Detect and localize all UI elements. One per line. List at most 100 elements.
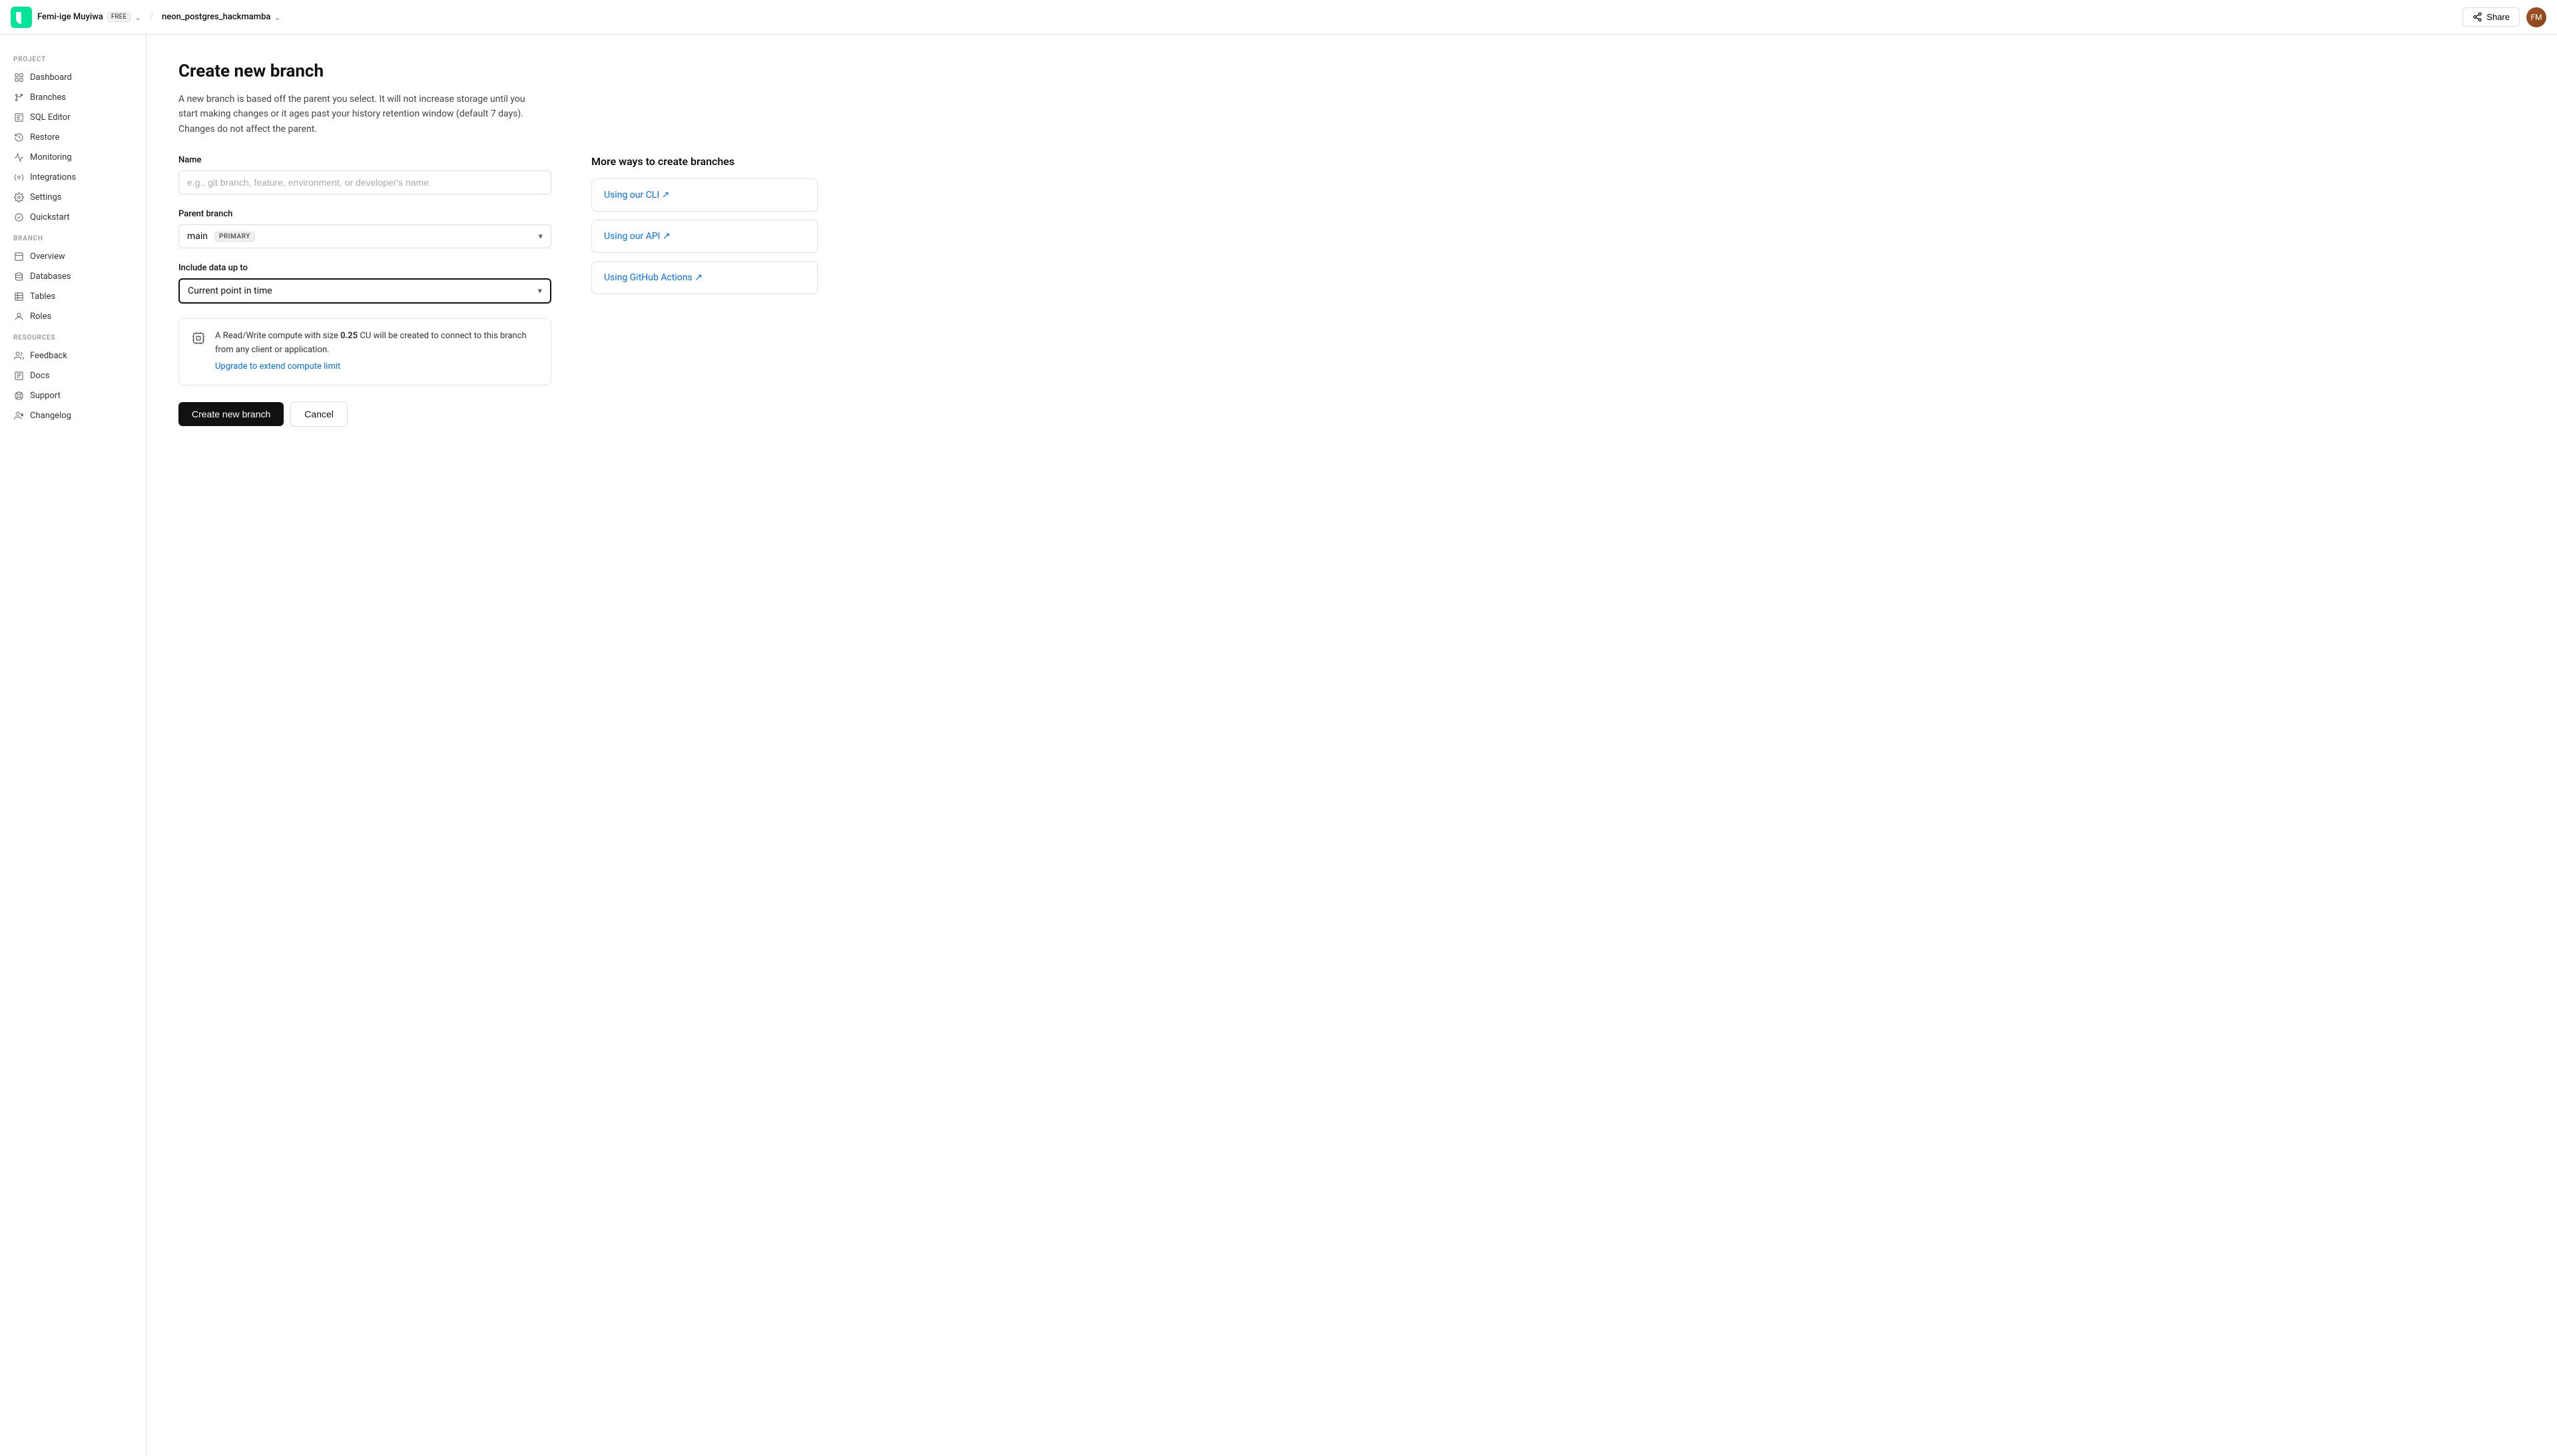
user-chevron-icon: ⌄	[135, 13, 141, 22]
restore-icon	[13, 132, 24, 142]
cancel-button[interactable]: Cancel	[290, 401, 348, 427]
button-row: Create new branch Cancel	[178, 401, 551, 427]
topnav-user[interactable]: Femi-ige Muyiwa FREE ⌄	[37, 12, 141, 22]
sidebar-label-restore: Restore	[30, 132, 59, 142]
sidebar-label-integrations: Integrations	[30, 172, 76, 182]
main-content: Create new branch A new branch is based …	[146, 35, 2557, 1456]
sidebar-label-monitoring: Monitoring	[30, 152, 72, 162]
parent-branch-select[interactable]: main PRIMARY ▾	[178, 224, 551, 248]
aside-card-github[interactable]: Using GitHub Actions ↗	[591, 261, 818, 294]
sidebar-label-quickstart: Quickstart	[30, 212, 70, 222]
sidebar-item-branches[interactable]: Branches	[0, 87, 146, 107]
sidebar-label-roles: Roles	[30, 312, 51, 322]
api-link[interactable]: Using our API ↗	[604, 231, 805, 242]
sql-editor-icon	[13, 112, 24, 122]
compute-icon	[191, 331, 206, 348]
name-input[interactable]	[178, 170, 551, 194]
include-data-group: Include data up to Current point in time…	[178, 263, 551, 304]
sidebar-item-integrations[interactable]: Integrations	[0, 167, 146, 187]
include-data-value: Current point in time	[188, 286, 272, 296]
databases-icon	[13, 271, 24, 282]
settings-icon	[13, 192, 24, 202]
sidebar-label-databases: Databases	[30, 272, 71, 282]
share-button[interactable]: Share	[2462, 7, 2520, 27]
avatar[interactable]: FM	[2526, 7, 2546, 27]
name-label: Name	[178, 155, 551, 165]
compute-info-box: A Read/Write compute with size 0.25 CU w…	[178, 318, 551, 385]
sidebar-label-tables: Tables	[30, 292, 55, 302]
changelog-icon	[13, 410, 24, 421]
info-text-size: 0.25	[340, 331, 358, 341]
sidebar-item-tables[interactable]: Tables	[0, 286, 146, 306]
monitoring-icon	[13, 152, 24, 162]
sidebar-label-overview: Overview	[30, 252, 65, 262]
sidebar-item-monitoring[interactable]: Monitoring	[0, 147, 146, 167]
sidebar-item-restore[interactable]: Restore	[0, 127, 146, 147]
branches-icon	[13, 92, 24, 103]
aside-title: More ways to create branches	[591, 155, 818, 168]
topnav-separator: /	[149, 10, 154, 24]
resources-section-label: RESOURCES	[0, 326, 146, 346]
topnav-project[interactable]: neon_postgres_hackmamba ⌄	[162, 12, 280, 22]
cli-link[interactable]: Using our CLI ↗	[604, 190, 805, 200]
page-description: A new branch is based off the parent you…	[178, 92, 538, 136]
sidebar-item-docs[interactable]: Docs	[0, 365, 146, 385]
aside-card-api[interactable]: Using our API ↗	[591, 220, 818, 253]
project-chevron-icon: ⌄	[274, 13, 280, 22]
sidebar-item-changelog[interactable]: Changelog	[0, 405, 146, 425]
sidebar-item-dashboard[interactable]: Dashboard	[0, 67, 146, 87]
docs-icon	[13, 370, 24, 381]
sidebar-label-support: Support	[30, 391, 61, 401]
sidebar-item-quickstart[interactable]: Quickstart	[0, 207, 146, 227]
project-name: neon_postgres_hackmamba	[162, 12, 270, 22]
feedback-icon	[13, 350, 24, 361]
topnav: Femi-ige Muyiwa FREE ⌄ / neon_postgres_h…	[0, 0, 2557, 35]
sidebar-label-feedback: Feedback	[30, 351, 67, 361]
github-link[interactable]: Using GitHub Actions ↗	[604, 272, 805, 283]
content-row: Name Parent branch main PRIMARY ▾	[178, 155, 2525, 426]
tables-icon	[13, 291, 24, 302]
share-icon	[2472, 12, 2482, 22]
sidebar-label-changelog: Changelog	[30, 411, 71, 421]
sidebar-item-roles[interactable]: Roles	[0, 306, 146, 326]
sidebar-item-overview[interactable]: Overview	[0, 246, 146, 266]
aside-card-cli[interactable]: Using our CLI ↗	[591, 178, 818, 212]
parent-branch-label: Parent branch	[178, 209, 551, 219]
sidebar-label-settings: Settings	[30, 192, 61, 202]
aside-panel: More ways to create branches Using our C…	[591, 155, 818, 302]
sidebar-label-docs: Docs	[30, 371, 49, 381]
sidebar-item-settings[interactable]: Settings	[0, 187, 146, 207]
sidebar-item-support[interactable]: Support	[0, 385, 146, 405]
sidebar-item-feedback[interactable]: Feedback	[0, 346, 146, 365]
include-data-chevron-icon: ▾	[537, 286, 542, 296]
info-text-prefix: A Read/Write compute with size	[215, 331, 340, 341]
name-group: Name	[178, 155, 551, 194]
dashboard-icon	[13, 72, 24, 83]
sidebar-label-sql-editor: SQL Editor	[30, 113, 71, 122]
include-data-select[interactable]: Current point in time ▾	[178, 278, 551, 304]
quickstart-icon	[13, 212, 24, 222]
sidebar-label-dashboard: Dashboard	[30, 73, 72, 83]
include-data-label: Include data up to	[178, 263, 551, 273]
create-branch-button[interactable]: Create new branch	[178, 402, 284, 426]
parent-branch-chevron-icon: ▾	[538, 232, 543, 242]
overview-icon	[13, 251, 24, 262]
logo[interactable]	[11, 7, 32, 28]
project-section-label: PROJECT	[0, 48, 146, 67]
form-column: Name Parent branch main PRIMARY ▾	[178, 155, 551, 426]
compute-info-text: A Read/Write compute with size 0.25 CU w…	[215, 330, 539, 373]
branch-section-label: BRANCH	[0, 227, 146, 246]
support-icon	[13, 390, 24, 401]
share-label: Share	[2486, 12, 2510, 22]
sidebar-item-databases[interactable]: Databases	[0, 266, 146, 286]
user-badge: FREE	[107, 12, 131, 22]
primary-badge: PRIMARY	[214, 232, 255, 242]
layout: PROJECT Dashboard Branches SQL Editor Re…	[0, 35, 2557, 1456]
parent-branch-group: Parent branch main PRIMARY ▾	[178, 209, 551, 248]
parent-branch-value: main	[187, 231, 208, 242]
sidebar-label-branches: Branches	[30, 93, 66, 103]
sidebar-item-sql-editor[interactable]: SQL Editor	[0, 107, 146, 127]
topnav-right: Share FM	[2462, 7, 2546, 27]
upgrade-link[interactable]: Upgrade to extend compute limit	[215, 360, 539, 374]
page-title: Create new branch	[178, 61, 2525, 81]
